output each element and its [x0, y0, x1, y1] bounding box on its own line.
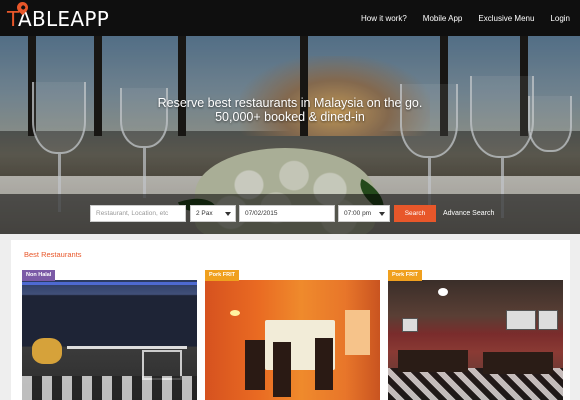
pax-value: 2 Pax: [196, 210, 213, 217]
nav-links: How it work? Mobile App Exclusive Menu L…: [345, 0, 570, 36]
section-title: Best Restaurants: [24, 250, 82, 259]
nav-exclusive-menu[interactable]: Exclusive Menu: [478, 14, 534, 23]
halal-badge: Non Halal: [22, 270, 56, 281]
restaurant-card[interactable]: Pork FRIT: [205, 270, 380, 400]
tableapp-logo[interactable]: TABLEAPP: [7, 0, 109, 33]
advance-search-link[interactable]: Advance Search: [443, 205, 494, 222]
chevron-down-icon: [225, 212, 231, 216]
restaurant-photo[interactable]: [205, 280, 380, 400]
restaurant-card[interactable]: Pork FRIT: [388, 270, 563, 400]
hero-line-1: Reserve best restaurants in Malaysia on …: [157, 96, 423, 110]
restaurant-photo[interactable]: [22, 280, 197, 400]
restaurant-search-input[interactable]: Restaurant, Location, etc: [90, 205, 186, 222]
date-input[interactable]: 07/02/2015: [239, 205, 335, 222]
pax-select[interactable]: 2 Pax: [190, 205, 236, 222]
chevron-down-icon: [379, 212, 385, 216]
nav-mobile-app[interactable]: Mobile App: [423, 14, 463, 23]
hero-headline: Reserve best restaurants in Malaysia on …: [0, 96, 580, 124]
time-select[interactable]: 07:00 pm: [338, 205, 390, 222]
restaurant-card[interactable]: Non Halal: [22, 270, 197, 400]
hero-line-2: 50,000+ booked & dined-in: [215, 110, 365, 124]
search-button[interactable]: Search: [394, 205, 436, 222]
pork-free-badge: Pork FRIT: [388, 270, 422, 281]
nav-how-it-works[interactable]: How it work?: [361, 14, 407, 23]
pork-free-badge: Pork FRIT: [205, 270, 239, 281]
restaurant-photo[interactable]: [388, 280, 563, 400]
nav-login[interactable]: Login: [550, 14, 570, 23]
top-navbar: TABLEAPP How it work? Mobile App Exclusi…: [0, 0, 580, 36]
time-value: 07:00 pm: [344, 210, 372, 217]
